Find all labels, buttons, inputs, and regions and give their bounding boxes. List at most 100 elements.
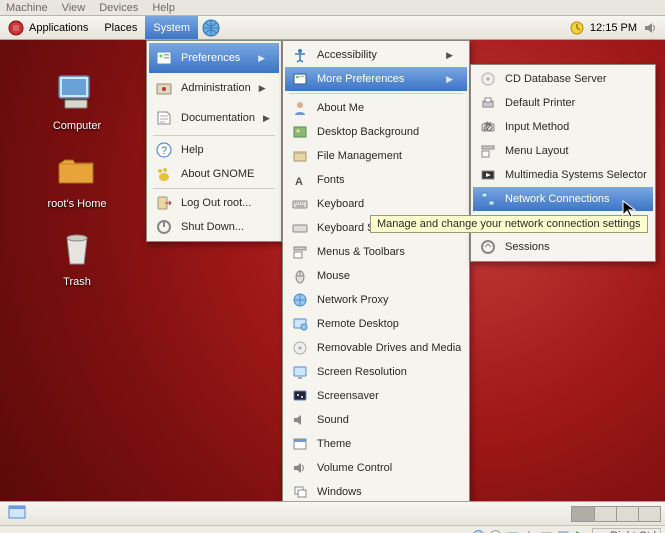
menu-accessibility[interactable]: Accessibility ▶ <box>285 43 467 67</box>
desktop-icon-computer[interactable]: Computer <box>32 68 122 132</box>
clock-text[interactable]: 12:15 PM <box>590 22 637 34</box>
gnome-foot-icon <box>155 165 173 183</box>
menu-documentation[interactable]: Documentation ▶ <box>149 103 279 133</box>
menu-about-me[interactable]: About Me <box>285 96 467 120</box>
vm-menu-devices[interactable]: Devices <box>99 2 138 14</box>
menu-item-label: Desktop Background <box>317 126 419 138</box>
desktop-icon-home[interactable]: root's Home <box>32 146 122 210</box>
menu-fonts[interactable]: AFonts <box>285 168 467 192</box>
menu-volume-control[interactable]: Volume Control <box>285 456 467 480</box>
menu-sessions[interactable]: Sessions <box>473 235 653 259</box>
menu-keyboard[interactable]: Keyboard <box>285 192 467 216</box>
menu-theme[interactable]: Theme <box>285 432 467 456</box>
menu-input-method[interactable]: あInput Method <box>473 115 653 139</box>
menus-icon <box>291 243 309 261</box>
menu-file-management[interactable]: File Management <box>285 144 467 168</box>
menu-separator <box>153 188 275 189</box>
trash-icon <box>53 224 101 272</box>
multimedia-icon <box>479 166 497 184</box>
keyboard-icon <box>291 219 309 237</box>
applications-menu[interactable]: Applications <box>0 16 96 39</box>
system-menu[interactable]: System <box>145 16 198 39</box>
vm-menu-help[interactable]: Help <box>152 2 175 14</box>
menu-windows[interactable]: Windows <box>285 480 467 501</box>
menu-screensaver[interactable]: Screensaver <box>285 384 467 408</box>
menu-item-label: Administration <box>181 82 251 94</box>
menu-about-gnome[interactable]: About GNOME <box>149 162 279 186</box>
menu-multimedia-selector[interactable]: Multimedia Systems Selector <box>473 163 653 187</box>
submenu-arrow-icon: ▶ <box>263 113 270 124</box>
workspace-3[interactable] <box>616 507 638 521</box>
workspace-switcher[interactable] <box>571 506 661 522</box>
menu-item-label: Menus & Toolbars <box>317 246 405 258</box>
workspace-4[interactable] <box>638 507 660 521</box>
menu-preferences[interactable]: Preferences ▶ <box>149 43 279 73</box>
volume-icon <box>291 459 309 477</box>
menu-item-label: Keyboard <box>317 198 364 210</box>
shutdown-icon <box>155 218 173 236</box>
menu-separator <box>289 93 463 94</box>
browser-launcher[interactable] <box>198 16 224 39</box>
menu-removable-drives[interactable]: Removable Drives and Media <box>285 336 467 360</box>
show-desktop-button[interactable] <box>4 504 30 523</box>
network-icon <box>291 291 309 309</box>
menu-remote-desktop[interactable]: Remote Desktop <box>285 312 467 336</box>
places-menu[interactable]: Places <box>96 16 145 39</box>
svg-text:A: A <box>295 176 303 188</box>
menu-menus-toolbars[interactable]: Menus & Toolbars <box>285 240 467 264</box>
sessions-icon <box>479 238 497 256</box>
menu-cd-database[interactable]: CD Database Server <box>473 67 653 91</box>
vm-host-menubar: Machine View Devices Help <box>0 0 665 16</box>
menu-item-label: Network Connections <box>505 193 610 205</box>
menu-screen-resolution[interactable]: Screen Resolution <box>285 360 467 384</box>
panel-clock-area: 12:15 PM <box>562 21 665 35</box>
submenu-arrow-icon: ▶ <box>259 83 266 94</box>
menu-shutdown[interactable]: Shut Down... <box>149 215 279 239</box>
menu-mouse[interactable]: Mouse <box>285 264 467 288</box>
menu-item-label: CD Database Server <box>505 73 607 85</box>
person-icon <box>291 99 309 117</box>
menu-separator <box>153 135 275 136</box>
workspace-2[interactable] <box>594 507 616 521</box>
display-icon <box>291 363 309 381</box>
vm-host-key[interactable]: Right Ctrl <box>592 528 661 533</box>
workspace-1[interactable] <box>572 507 594 521</box>
home-folder-icon <box>53 146 101 194</box>
menu-item-label: Preferences <box>181 52 240 64</box>
menu-network-proxy[interactable]: Network Proxy <box>285 288 467 312</box>
menu-item-label: Log Out root... <box>181 197 251 209</box>
vm-menu-view[interactable]: View <box>62 2 86 14</box>
menu-item-label: Help <box>181 144 204 156</box>
desktop-icon-label: root's Home <box>48 198 107 210</box>
preferences-icon <box>291 70 309 88</box>
menu-item-label: Volume Control <box>317 462 392 474</box>
help-icon: ? <box>155 141 173 159</box>
menu-logout[interactable]: Log Out root... <box>149 191 279 215</box>
preferences-icon <box>155 49 173 67</box>
updates-icon[interactable] <box>570 21 584 35</box>
desktop-icon-trash[interactable]: Trash <box>32 224 122 288</box>
menu-administration[interactable]: Administration ▶ <box>149 73 279 103</box>
menu-item-label: Windows <box>317 486 362 498</box>
menu-more-preferences[interactable]: More Preferences ▶ <box>285 67 467 91</box>
input-icon: あ <box>479 118 497 136</box>
gnome-top-panel: Applications Places System 12:15 PM <box>0 16 665 40</box>
vm-menu-machine[interactable]: Machine <box>6 2 48 14</box>
menu-item-label: Shut Down... <box>181 221 244 233</box>
menu-help[interactable]: ? Help <box>149 138 279 162</box>
remote-icon <box>291 315 309 333</box>
menu-desktop-background[interactable]: Desktop Background <box>285 120 467 144</box>
desktop-area[interactable]: Computer root's Home Trash Preferences ▶… <box>0 40 665 501</box>
system-label: System <box>153 22 190 34</box>
sound-icon <box>291 411 309 429</box>
volume-icon[interactable] <box>643 21 657 35</box>
mouse-icon <box>291 267 309 285</box>
administration-icon <box>155 79 173 97</box>
menu-item-label: Default Printer <box>505 97 575 109</box>
menu-item-label: Menu Layout <box>505 145 569 157</box>
menu-sound[interactable]: Sound <box>285 408 467 432</box>
menu-item-label: Remote Desktop <box>317 318 399 330</box>
applications-label: Applications <box>29 22 88 34</box>
menu-menu-layout[interactable]: Menu Layout <box>473 139 653 163</box>
menu-default-printer[interactable]: Default Printer <box>473 91 653 115</box>
